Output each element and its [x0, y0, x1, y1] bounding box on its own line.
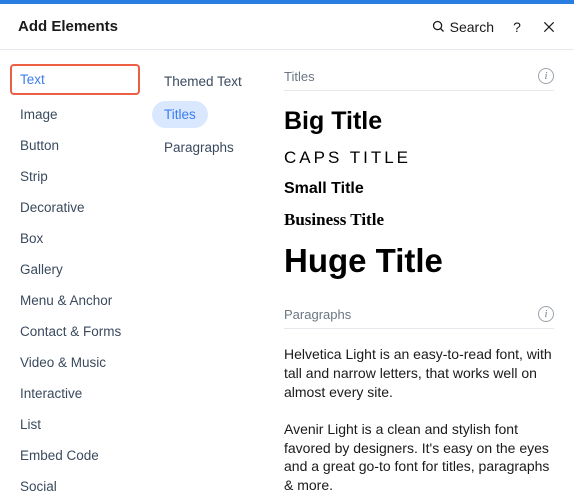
info-icon[interactable]: i [538, 68, 554, 84]
category-image[interactable]: Image [10, 99, 140, 130]
category-list: Text Image Button Strip Decorative Box G… [0, 50, 146, 503]
category-text[interactable]: Text [10, 64, 140, 95]
section-paragraphs-label: Paragraphs [284, 307, 351, 322]
panel-header: Add Elements Search ? [0, 4, 574, 50]
category-embed-code[interactable]: Embed Code [10, 440, 140, 471]
titles-samples: Big Title Caps Title Small Title Busines… [284, 107, 554, 280]
subcategory-titles[interactable]: Titles [152, 101, 208, 128]
search-icon [431, 19, 446, 34]
category-strip[interactable]: Strip [10, 161, 140, 192]
subcategory-list: Themed Text Titles Paragraphs [146, 50, 270, 503]
help-button[interactable]: ? [508, 18, 526, 36]
section-titles-label: Titles [284, 69, 315, 84]
close-button[interactable] [540, 18, 558, 36]
info-icon[interactable]: i [538, 306, 554, 322]
sample-caps-title[interactable]: Caps Title [284, 148, 554, 168]
sample-avenir-paragraph[interactable]: Avenir Light is a clean and stylish font… [284, 420, 554, 496]
sample-huge-title[interactable]: Huge Title [284, 242, 554, 280]
category-social[interactable]: Social [10, 471, 140, 502]
category-decorative[interactable]: Decorative [10, 192, 140, 223]
section-titles-header: Titles i [284, 64, 554, 91]
preview-pane: Titles i Big Title Caps Title Small Titl… [270, 50, 574, 503]
category-button[interactable]: Button [10, 130, 140, 161]
category-list[interactable]: List [10, 409, 140, 440]
sample-small-title[interactable]: Small Title [284, 180, 554, 198]
panel-title: Add Elements [18, 18, 118, 35]
sample-business-title[interactable]: Business Title [284, 210, 554, 230]
header-actions: Search ? [431, 18, 558, 36]
category-contact-forms[interactable]: Contact & Forms [10, 316, 140, 347]
help-icon: ? [513, 19, 521, 35]
sample-helvetica-paragraph[interactable]: Helvetica Light is an easy-to-read font,… [284, 345, 554, 402]
search-label: Search [450, 19, 494, 35]
category-interactive[interactable]: Interactive [10, 378, 140, 409]
category-gallery[interactable]: Gallery [10, 254, 140, 285]
category-video-music[interactable]: Video & Music [10, 347, 140, 378]
subcategory-paragraphs[interactable]: Paragraphs [152, 134, 262, 161]
paragraph-samples: Helvetica Light is an easy-to-read font,… [284, 345, 554, 495]
close-icon [542, 20, 556, 34]
category-box[interactable]: Box [10, 223, 140, 254]
category-menu-anchor[interactable]: Menu & Anchor [10, 285, 140, 316]
section-paragraphs-header: Paragraphs i [284, 302, 554, 329]
subcategory-themed-text[interactable]: Themed Text [152, 68, 262, 95]
sample-big-title[interactable]: Big Title [284, 107, 554, 136]
search-button[interactable]: Search [431, 19, 494, 35]
